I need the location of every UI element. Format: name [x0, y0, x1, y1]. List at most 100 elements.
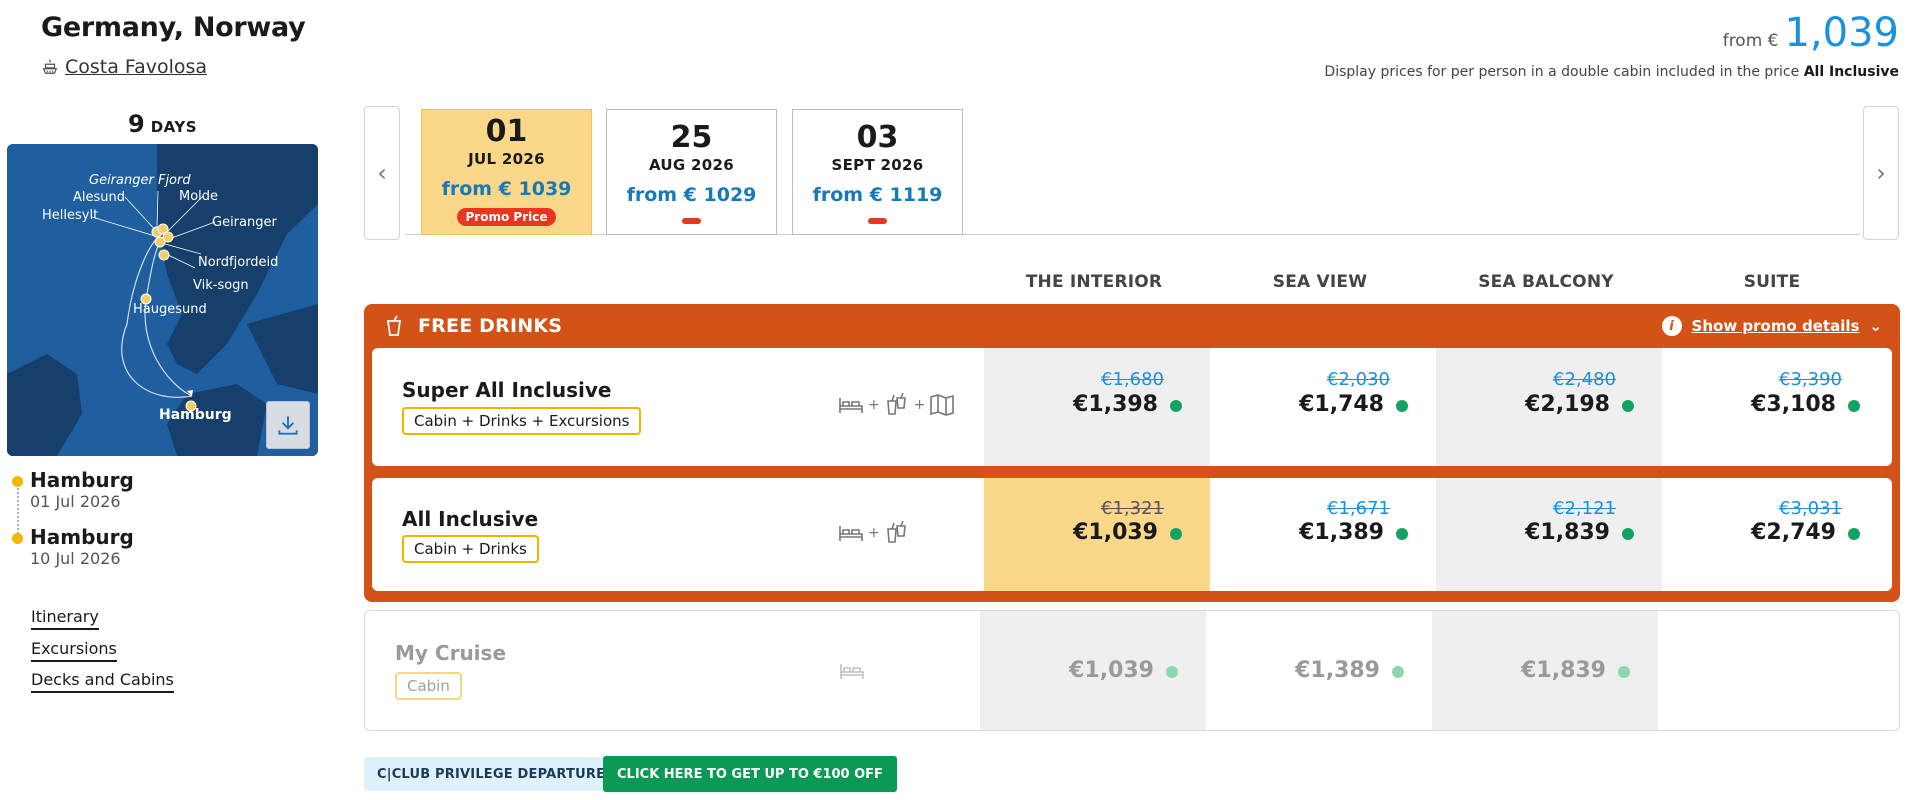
- ship-link[interactable]: Costa Favolosa: [41, 56, 207, 78]
- promo-title-text: FREE DRINKS: [418, 315, 563, 337]
- package-name: All Inclusive: [402, 507, 539, 531]
- availability-dot: [1166, 666, 1178, 678]
- arrival-port: Hamburg 10 Jul 2026: [12, 525, 134, 568]
- new-price: €2,198: [1525, 392, 1610, 417]
- chevron-down-icon: ⌄: [1869, 317, 1882, 335]
- arrival-port-name: Hamburg: [30, 525, 134, 549]
- promo-badge: Promo Price: [456, 208, 557, 226]
- promo-indicator: [682, 218, 701, 224]
- package-row-all-inclusive[interactable]: All Inclusive Cabin + Drinks + €1,321 €1…: [372, 478, 1892, 591]
- price-cell-sea-balcony[interactable]: €2,121 €1,839: [1436, 478, 1662, 591]
- date-price: from € 1119: [812, 184, 943, 206]
- itinerary-link[interactable]: Itinerary: [31, 607, 99, 630]
- price-cell-sea-balcony[interactable]: €1,839: [1432, 611, 1658, 730]
- map-label-geiranger: Geiranger: [212, 215, 277, 230]
- download-icon: [278, 416, 298, 435]
- availability-dot: [1622, 528, 1634, 540]
- availability-dot: [1396, 528, 1408, 540]
- price-cell-sea-view[interactable]: €2,030 €1,748: [1210, 348, 1436, 466]
- price-note-text: Display prices for per person in a doubl…: [1324, 64, 1800, 80]
- package-name: My Cruise: [395, 641, 507, 665]
- price-cell-interior[interactable]: €1,039: [980, 611, 1206, 730]
- date-option-sept[interactable]: 03 SEPT 2026 from € 1119: [792, 109, 963, 235]
- price-cell-suite[interactable]: €3,390 €3,108: [1662, 348, 1888, 466]
- price-cell-sea-view[interactable]: €1,671 €1,389: [1210, 478, 1436, 591]
- map-label-haugesund: Haugesund: [133, 302, 207, 317]
- new-price: €1,398: [1073, 392, 1158, 417]
- col-suite: SUITE: [1743, 272, 1801, 292]
- departure-port: Hamburg 01 Jul 2026: [12, 468, 134, 511]
- price-cell-interior[interactable]: €1,680 €1,398: [984, 348, 1210, 466]
- plus-sign: +: [913, 397, 926, 413]
- departure-date: 01 Jul 2026: [30, 492, 121, 511]
- promo-details-toggle[interactable]: i Show promo details ⌄: [1661, 316, 1882, 336]
- next-dates-button[interactable]: ›: [1863, 106, 1899, 240]
- route-connector: [17, 488, 19, 534]
- trip-duration: 9 DAYS: [128, 110, 197, 138]
- availability-dot: [1848, 400, 1860, 412]
- map-label-hamburg: Hamburg: [159, 407, 232, 423]
- date-option-aug[interactable]: 25 AUG 2026 from € 1029: [606, 109, 777, 235]
- new-price: €1,039: [1069, 658, 1154, 683]
- availability-dot: [1848, 528, 1860, 540]
- drink-cup-icon: [386, 315, 402, 336]
- package-tag: Cabin + Drinks: [402, 535, 539, 563]
- map-label-molde: Molde: [179, 189, 219, 204]
- days-number: 9: [128, 110, 145, 138]
- old-price: €2,030: [1327, 369, 1390, 390]
- drinks-icon: [886, 392, 906, 415]
- old-price: €1,680: [1101, 369, 1164, 390]
- promo-indicator: [868, 218, 887, 224]
- col-sea-balcony: SEA BALCONY: [1478, 272, 1614, 292]
- package-icons: [838, 658, 866, 684]
- promo-title: FREE DRINKS: [384, 315, 562, 337]
- package-name: Super All Inclusive: [402, 378, 612, 402]
- price-cell-interior[interactable]: €1,321 €1,039: [984, 478, 1210, 591]
- date-price: from € 1039: [441, 178, 572, 200]
- old-price: €3,031: [1779, 498, 1842, 519]
- availability-dot: [1170, 528, 1182, 540]
- departure-port-name: Hamburg: [30, 468, 134, 492]
- new-price: €1,839: [1521, 658, 1606, 683]
- date-price: from € 1029: [626, 184, 757, 206]
- discount-cta-button[interactable]: CLICK HERE TO GET UP TO €100 OFF: [603, 756, 897, 792]
- decks-cabins-link[interactable]: Decks and Cabins: [31, 670, 174, 693]
- prev-dates-button[interactable]: ‹: [364, 106, 400, 240]
- map-icon: [930, 394, 955, 416]
- bed-icon: [840, 664, 864, 679]
- plus-sign: +: [868, 397, 880, 413]
- route-map[interactable]: Geiranger Fjord Alesund Molde Hellesylt …: [7, 144, 318, 456]
- ship-icon: [42, 59, 58, 74]
- excursions-link[interactable]: Excursions: [31, 639, 117, 662]
- ship-name[interactable]: Costa Favolosa: [65, 56, 207, 78]
- new-price: €3,108: [1751, 392, 1836, 417]
- availability-dot: [1392, 666, 1404, 678]
- price-cell-sea-balcony[interactable]: €2,480 €2,198: [1436, 348, 1662, 466]
- new-price: €1,839: [1525, 520, 1610, 545]
- date-option-jul[interactable]: 01 JUL 2026 from € 1039 Promo Price: [421, 109, 592, 235]
- date-month: SEPT 2026: [831, 156, 924, 174]
- header-price: from € 1,039 Display prices for per pers…: [1324, 10, 1899, 80]
- bed-icon: [839, 526, 863, 541]
- availability-dot: [1618, 666, 1630, 678]
- availability-dot: [1396, 400, 1408, 412]
- map-label-geiranger-fjord: Geiranger Fjord: [89, 173, 191, 188]
- old-price: €2,480: [1553, 369, 1616, 390]
- free-drinks-promo: FREE DRINKS i Show promo details ⌄ Super…: [364, 304, 1900, 602]
- map-label-vik-sogn: Vik-sogn: [193, 278, 249, 293]
- date-month: JUL 2026: [468, 150, 545, 168]
- new-price: €1,039: [1073, 520, 1158, 545]
- new-price: €2,749: [1751, 520, 1836, 545]
- download-map-button[interactable]: [266, 401, 310, 449]
- show-promo-details-link[interactable]: Show promo details: [1692, 317, 1860, 335]
- package-icons: + +: [837, 392, 956, 418]
- price-cell-suite[interactable]: €3,031 €2,749: [1662, 478, 1888, 591]
- new-price: €1,748: [1299, 392, 1384, 417]
- price-cell-sea-view[interactable]: €1,389: [1206, 611, 1432, 730]
- col-sea-view: SEA VIEW: [1272, 272, 1368, 292]
- package-row-super-all-inclusive[interactable]: Super All Inclusive Cabin + Drinks + Exc…: [372, 348, 1892, 466]
- package-row-my-cruise[interactable]: My Cruise Cabin €1,039 €1,389 €1,839: [364, 610, 1900, 731]
- club-privilege-button[interactable]: C|CLUB PRIVILEGE DEPARTURES: [364, 757, 628, 791]
- promo-header: FREE DRINKS i Show promo details ⌄: [364, 304, 1900, 348]
- from-price: 1,039: [1784, 10, 1899, 56]
